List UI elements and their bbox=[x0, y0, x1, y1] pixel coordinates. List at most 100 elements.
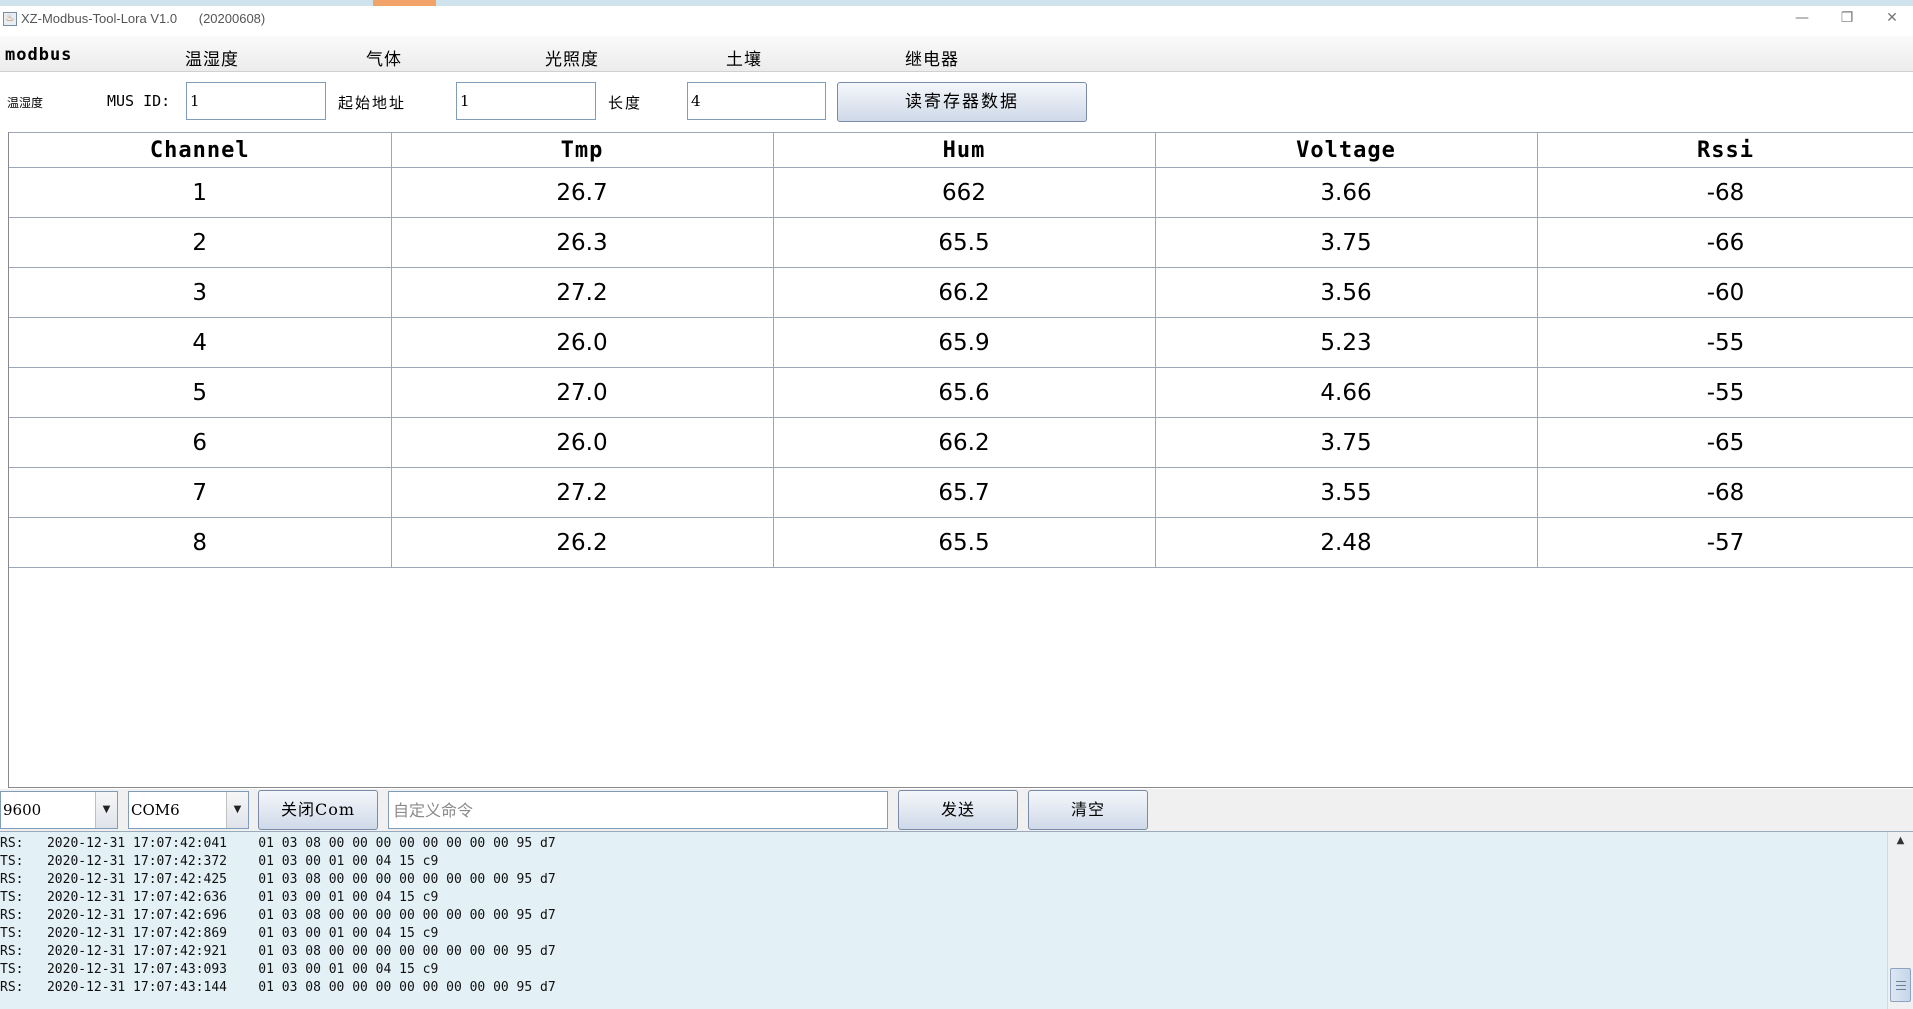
cell-tmp[interactable]: 26.2 bbox=[391, 517, 774, 568]
cell-hum[interactable]: 65.5 bbox=[773, 217, 1156, 268]
cell-hum[interactable]: 662 bbox=[773, 167, 1156, 218]
cell-voltage[interactable]: 3.66 bbox=[1155, 167, 1538, 218]
log-scrollbar[interactable]: ▲ bbox=[1887, 832, 1913, 1009]
cell-tmp[interactable]: 26.0 bbox=[391, 417, 774, 468]
cell-rssi[interactable]: -55 bbox=[1537, 317, 1913, 368]
table-row[interactable]: 6 26.0 66.2 3.75 -65 bbox=[9, 417, 1913, 468]
table-row[interactable]: 2 26.3 65.5 3.75 -66 bbox=[9, 217, 1913, 268]
chevron-down-icon[interactable]: ▼ bbox=[226, 792, 248, 828]
cell-rssi[interactable]: -60 bbox=[1537, 267, 1913, 318]
grip-line bbox=[1896, 989, 1906, 990]
cell-channel[interactable]: 5 bbox=[9, 367, 392, 418]
scroll-up-icon[interactable]: ▲ bbox=[1888, 832, 1913, 850]
menu-bar: modbus 温湿度 气体 光照度 土壤 继电器 bbox=[0, 36, 1913, 72]
menu-item-temp-humidity[interactable]: 温湿度 bbox=[185, 45, 239, 70]
start-address-label: 起始地址 bbox=[338, 94, 407, 112]
cell-hum[interactable]: 65.9 bbox=[773, 317, 1156, 368]
cell-rssi[interactable]: -68 bbox=[1537, 467, 1913, 518]
data-table-container: Channel Tmp Hum Voltage Rssi 1 26.7 662 … bbox=[8, 132, 1913, 788]
column-header-rssi[interactable]: Rssi bbox=[1537, 132, 1913, 168]
scroll-thumb[interactable] bbox=[1890, 968, 1911, 1002]
java-cup-icon: ♨ bbox=[3, 12, 17, 26]
cell-voltage[interactable]: 3.75 bbox=[1155, 217, 1538, 268]
cell-channel[interactable]: 2 bbox=[9, 217, 392, 268]
cell-voltage[interactable]: 3.56 bbox=[1155, 267, 1538, 318]
com-port-select[interactable]: COM6 ▼ bbox=[128, 791, 249, 829]
cell-voltage[interactable]: 3.55 bbox=[1155, 467, 1538, 518]
cell-tmp[interactable]: 27.2 bbox=[391, 267, 774, 318]
cell-channel[interactable]: 8 bbox=[9, 517, 392, 568]
cell-channel[interactable]: 3 bbox=[9, 267, 392, 318]
minimize-icon[interactable]: — bbox=[1787, 8, 1817, 28]
cell-tmp[interactable]: 27.0 bbox=[391, 367, 774, 418]
start-address-input[interactable] bbox=[456, 82, 596, 120]
table-row[interactable]: 4 26.0 65.9 5.23 -55 bbox=[9, 317, 1913, 368]
table-header-row: Channel Tmp Hum Voltage Rssi bbox=[9, 132, 1913, 168]
length-input[interactable] bbox=[687, 82, 826, 120]
menu-item-gas[interactable]: 气体 bbox=[366, 45, 402, 70]
cell-channel[interactable]: 6 bbox=[9, 417, 392, 468]
column-header-channel[interactable]: Channel bbox=[9, 132, 392, 168]
cell-voltage[interactable]: 5.23 bbox=[1155, 317, 1538, 368]
window-title: XZ-Modbus-Tool-Lora V1.0 (20200608) bbox=[21, 11, 266, 26]
cell-rssi[interactable]: -57 bbox=[1537, 517, 1913, 568]
custom-command-input[interactable] bbox=[388, 791, 888, 829]
cell-rssi[interactable]: -68 bbox=[1537, 167, 1913, 218]
table-row[interactable]: 5 27.0 65.6 4.66 -55 bbox=[9, 367, 1913, 418]
cell-rssi[interactable]: -55 bbox=[1537, 367, 1913, 418]
close-icon[interactable]: ✕ bbox=[1877, 8, 1907, 28]
log-lines: RS: 2020-12-31 17:07:42:041 01 03 08 00 … bbox=[0, 835, 1880, 997]
send-button[interactable]: 发送 bbox=[898, 790, 1018, 830]
cell-rssi[interactable]: -65 bbox=[1537, 417, 1913, 468]
query-params-panel: 温湿度 MUS ID: 起始地址 长度 读寄存器数据 bbox=[0, 72, 1913, 132]
cell-hum[interactable]: 65.5 bbox=[773, 517, 1156, 568]
menu-item-illuminance[interactable]: 光照度 bbox=[545, 45, 599, 70]
cell-tmp[interactable]: 26.7 bbox=[391, 167, 774, 218]
log-line: RS: 2020-12-31 17:07:42:041 01 03 08 00 … bbox=[0, 836, 556, 851]
data-table: Channel Tmp Hum Voltage Rssi 1 26.7 662 … bbox=[9, 132, 1913, 568]
length-label: 长度 bbox=[608, 94, 643, 112]
read-registers-button[interactable]: 读寄存器数据 bbox=[837, 82, 1087, 122]
log-line: TS: 2020-12-31 17:07:43:093 01 03 00 01 … bbox=[0, 962, 439, 977]
cell-voltage[interactable]: 2.48 bbox=[1155, 517, 1538, 568]
mus-id-input[interactable] bbox=[186, 82, 326, 120]
menu-item-relay[interactable]: 继电器 bbox=[905, 45, 959, 70]
restore-icon[interactable]: ❐ bbox=[1832, 8, 1862, 28]
table-row[interactable]: 7 27.2 65.7 3.55 -68 bbox=[9, 467, 1913, 518]
cell-hum[interactable]: 65.7 bbox=[773, 467, 1156, 518]
cell-hum[interactable]: 65.6 bbox=[773, 367, 1156, 418]
cell-channel[interactable]: 4 bbox=[9, 317, 392, 368]
cell-channel[interactable]: 1 bbox=[9, 167, 392, 218]
title-bar: ♨ XZ-Modbus-Tool-Lora V1.0 (20200608) — … bbox=[0, 0, 1913, 36]
table-row[interactable]: 1 26.7 662 3.66 -68 bbox=[9, 167, 1913, 218]
cell-hum[interactable]: 66.2 bbox=[773, 417, 1156, 468]
log-line: TS: 2020-12-31 17:07:42:372 01 03 00 01 … bbox=[0, 854, 439, 869]
menu-item-modbus[interactable]: modbus bbox=[5, 45, 72, 65]
log-line: RS: 2020-12-31 17:07:42:921 01 03 08 00 … bbox=[0, 944, 556, 959]
column-header-tmp[interactable]: Tmp bbox=[391, 132, 774, 168]
section-label: 温湿度 bbox=[7, 96, 44, 110]
log-panel[interactable]: RS: 2020-12-31 17:07:42:041 01 03 08 00 … bbox=[0, 831, 1913, 1009]
com-port-value: COM6 bbox=[131, 801, 180, 819]
clear-button[interactable]: 清空 bbox=[1028, 790, 1148, 830]
cell-tmp[interactable]: 27.2 bbox=[391, 467, 774, 518]
close-com-button[interactable]: 关闭Com bbox=[258, 790, 378, 830]
cell-rssi[interactable]: -66 bbox=[1537, 217, 1913, 268]
cell-tmp[interactable]: 26.3 bbox=[391, 217, 774, 268]
table-row[interactable]: 8 26.2 65.5 2.48 -57 bbox=[9, 517, 1913, 568]
log-line: RS: 2020-12-31 17:07:42:425 01 03 08 00 … bbox=[0, 872, 556, 887]
grip-line bbox=[1896, 985, 1906, 986]
menu-item-soil[interactable]: 土壤 bbox=[726, 45, 762, 70]
cell-voltage[interactable]: 3.75 bbox=[1155, 417, 1538, 468]
baud-rate-select[interactable]: 9600 ▼ bbox=[0, 791, 118, 829]
cell-tmp[interactable]: 26.0 bbox=[391, 317, 774, 368]
table-row[interactable]: 3 27.2 66.2 3.56 -60 bbox=[9, 267, 1913, 318]
cell-hum[interactable]: 66.2 bbox=[773, 267, 1156, 318]
cell-channel[interactable]: 7 bbox=[9, 467, 392, 518]
column-header-voltage[interactable]: Voltage bbox=[1155, 132, 1538, 168]
chevron-down-icon[interactable]: ▼ bbox=[95, 792, 117, 828]
cell-voltage[interactable]: 4.66 bbox=[1155, 367, 1538, 418]
log-line: RS: 2020-12-31 17:07:42:696 01 03 08 00 … bbox=[0, 908, 556, 923]
log-line: TS: 2020-12-31 17:07:42:636 01 03 00 01 … bbox=[0, 890, 439, 905]
column-header-hum[interactable]: Hum bbox=[773, 132, 1156, 168]
